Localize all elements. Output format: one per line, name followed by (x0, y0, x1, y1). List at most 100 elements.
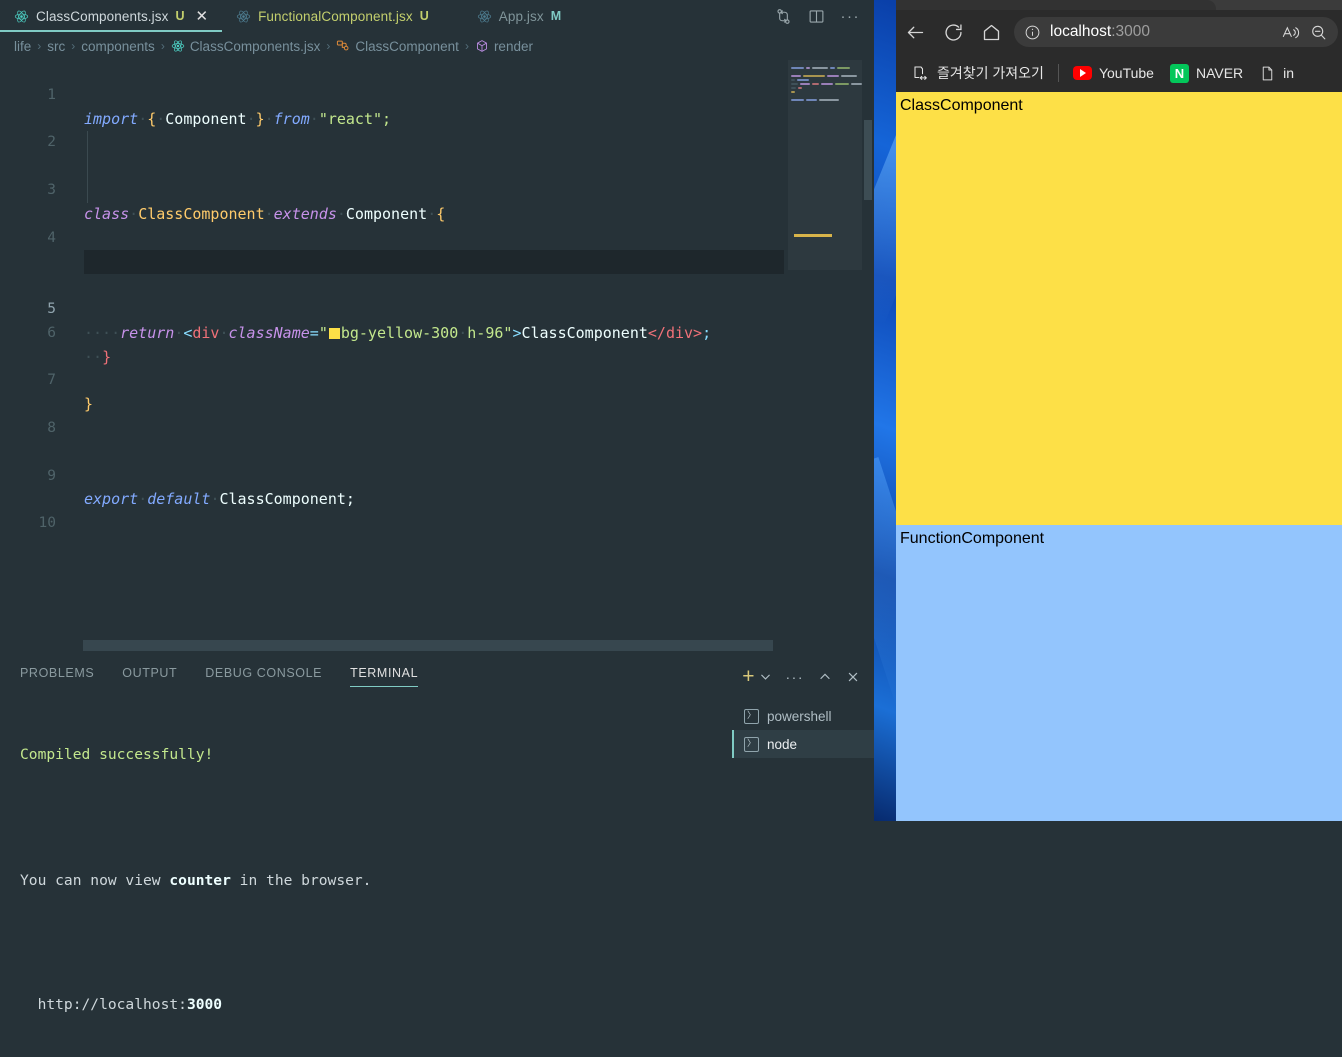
line-number: 1 (47, 86, 56, 103)
bookmark-label: in (1283, 65, 1295, 81)
address-text[interactable]: localhost:3000 (1050, 23, 1272, 41)
code-line: 1 import·{·Component·}·from·"react"; (0, 60, 874, 128)
terminal-item-node[interactable]: 〉 node (732, 730, 874, 758)
breadcrumb-item-components[interactable]: components (81, 39, 155, 54)
tab-debug-console[interactable]: DEBUG CONSOLE (205, 666, 322, 687)
editor-tab-label: ClassComponents.jsx (36, 8, 169, 24)
editor-vertical-scrollbar[interactable] (862, 60, 874, 628)
reload-button[interactable] (934, 13, 972, 51)
vscode-window: ClassComponents.jsx U ✕ FunctionalCompon… (0, 0, 874, 1013)
info-circle-icon[interactable] (1024, 24, 1041, 41)
token-text: ClassComponent (521, 323, 648, 342)
function-component-block: FunctionComponent (896, 525, 1342, 821)
block-text: ClassComponent (900, 97, 1023, 114)
breadcrumb-item-life[interactable]: life (14, 39, 31, 54)
breadcrumb-separator: › (160, 39, 165, 53)
tab-problems[interactable]: PROBLEMS (20, 666, 94, 687)
close-panel-icon[interactable] (846, 670, 860, 684)
bookmark-naver[interactable]: N NAVER (1162, 60, 1251, 87)
class-component-block: ClassComponent (896, 92, 1342, 525)
editor-tab-classcomponents[interactable]: ClassComponents.jsx U ✕ (0, 0, 223, 32)
split-editor-icon[interactable] (808, 8, 825, 25)
bookmark-youtube[interactable]: YouTube (1065, 61, 1162, 85)
address-bar[interactable]: localhost:3000 (1014, 17, 1338, 47)
back-button[interactable] (896, 13, 934, 51)
token-class-2: h-96 (467, 323, 504, 342)
code-editor[interactable]: 1 import·{·Component·}·from·"react"; 2 3… (0, 60, 874, 628)
line-number: 8 (47, 419, 56, 436)
editor-tab-app[interactable]: App.jsx M (443, 0, 575, 32)
minimap-change-marker (794, 234, 832, 237)
class-icon (336, 39, 350, 53)
block-text: FunctionComponent (900, 530, 1045, 547)
code-line: 3 class·ClassComponent·extends·Component… (0, 155, 874, 223)
code-line: 10 (0, 488, 874, 531)
breadcrumb-item-src[interactable]: src (47, 39, 65, 54)
browser-tab[interactable] (896, 0, 1216, 10)
breadcrumb-item-method[interactable]: render (475, 39, 533, 54)
new-terminal-button[interactable]: + (742, 666, 754, 687)
editor-tab-functionalcomponent[interactable]: FunctionalComponent.jsx U (222, 0, 443, 32)
editor-tab-actions: ··· (775, 0, 875, 32)
bookmark-label: NAVER (1195, 65, 1244, 81)
home-button[interactable] (972, 13, 1010, 51)
minimap-row (791, 98, 862, 102)
read-aloud-icon[interactable] (1281, 23, 1300, 42)
compare-changes-icon[interactable] (775, 8, 792, 25)
bookmark-index[interactable]: in (1251, 61, 1302, 86)
code-line: 8 (0, 393, 874, 436)
bookmark-label: 즐겨찾기 가져오기 (937, 65, 1044, 81)
breadcrumb-item-file[interactable]: ClassComponents.jsx (171, 39, 320, 54)
tab-terminal[interactable]: TERMINAL (350, 666, 419, 687)
minimap[interactable] (788, 60, 862, 628)
react-icon (477, 9, 492, 24)
breadcrumb: life › src › components › ClassComponent… (0, 32, 874, 60)
method-cube-icon (475, 39, 489, 53)
active-line-highlight (84, 250, 784, 275)
terminal-output[interactable]: Compiled successfully! You can now view … (20, 702, 720, 1057)
breadcrumb-item-class[interactable]: ClassComponent (336, 39, 459, 54)
zoom-out-icon[interactable] (1309, 23, 1328, 42)
editor-tab-label: App.jsx (498, 8, 544, 24)
code-line: 4 ··render()·{ (0, 203, 874, 271)
code-line: 7 } (0, 346, 874, 413)
youtube-icon (1072, 66, 1092, 80)
page-viewport[interactable]: ClassComponent FunctionComponent (896, 92, 1342, 821)
line-number: 3 (47, 181, 56, 198)
terminal-line-compiled: Compiled successfully! (20, 746, 214, 763)
breadcrumb-separator: › (71, 39, 76, 53)
line-number: 4 (47, 229, 56, 246)
token-tag: div (192, 323, 220, 342)
address-host: localhost (1050, 23, 1112, 40)
scrollbar-thumb[interactable] (864, 120, 872, 200)
maximize-panel-icon[interactable] (818, 670, 832, 684)
editor-tab-badge: U (175, 9, 185, 23)
editor-tab-bar: ClassComponents.jsx U ✕ FunctionalCompon… (0, 0, 874, 32)
panel-tabs: PROBLEMS OUTPUT DEBUG CONSOLE TERMINAL (20, 666, 419, 687)
code-line-active: 5 ····return·<div·className=" bg-yellow-3… (0, 250, 874, 342)
tab-output[interactable]: OUTPUT (122, 666, 177, 687)
more-actions-icon[interactable]: ··· (841, 8, 861, 25)
breadcrumb-separator: › (37, 39, 42, 53)
browser-toolbar: localhost:3000 (896, 10, 1342, 54)
terminal-item-label: powershell (767, 708, 832, 724)
terminal-line-url: http://localhost:3000 (20, 996, 223, 1013)
panel-actions: + ··· (742, 666, 860, 687)
terminal-item-label: node (767, 736, 798, 752)
screen: ClassComponents.jsx U ✕ FunctionalCompon… (0, 0, 1342, 1013)
panel-more-actions-icon[interactable]: ··· (786, 669, 805, 685)
browser-tab-strip[interactable] (896, 0, 1342, 10)
bookmark-import-favorites[interactable]: 즐겨찾기 가져오기 (904, 59, 1052, 87)
browser-window: localhost:3000 즐겨찾기 가져오기 YouTube N NAVER… (896, 0, 1342, 821)
editor-horizontal-scrollbar[interactable] (83, 640, 773, 651)
terminal-instance-list: 〉 powershell 〉 node (732, 702, 874, 758)
page-icon (1259, 65, 1276, 82)
token-eq: = (309, 323, 319, 342)
bottom-panel: PROBLEMS OUTPUT DEBUG CONSOLE TERMINAL +… (0, 658, 874, 1013)
terminal-dropdown-icon[interactable] (759, 670, 772, 683)
token-close-tag: </div> (647, 323, 703, 342)
terminal-item-powershell[interactable]: 〉 powershell (732, 702, 874, 730)
bookmarks-bar: 즐겨찾기 가져오기 YouTube N NAVER in (896, 54, 1342, 92)
close-icon[interactable]: ✕ (195, 8, 208, 24)
token-return: return (120, 323, 175, 342)
